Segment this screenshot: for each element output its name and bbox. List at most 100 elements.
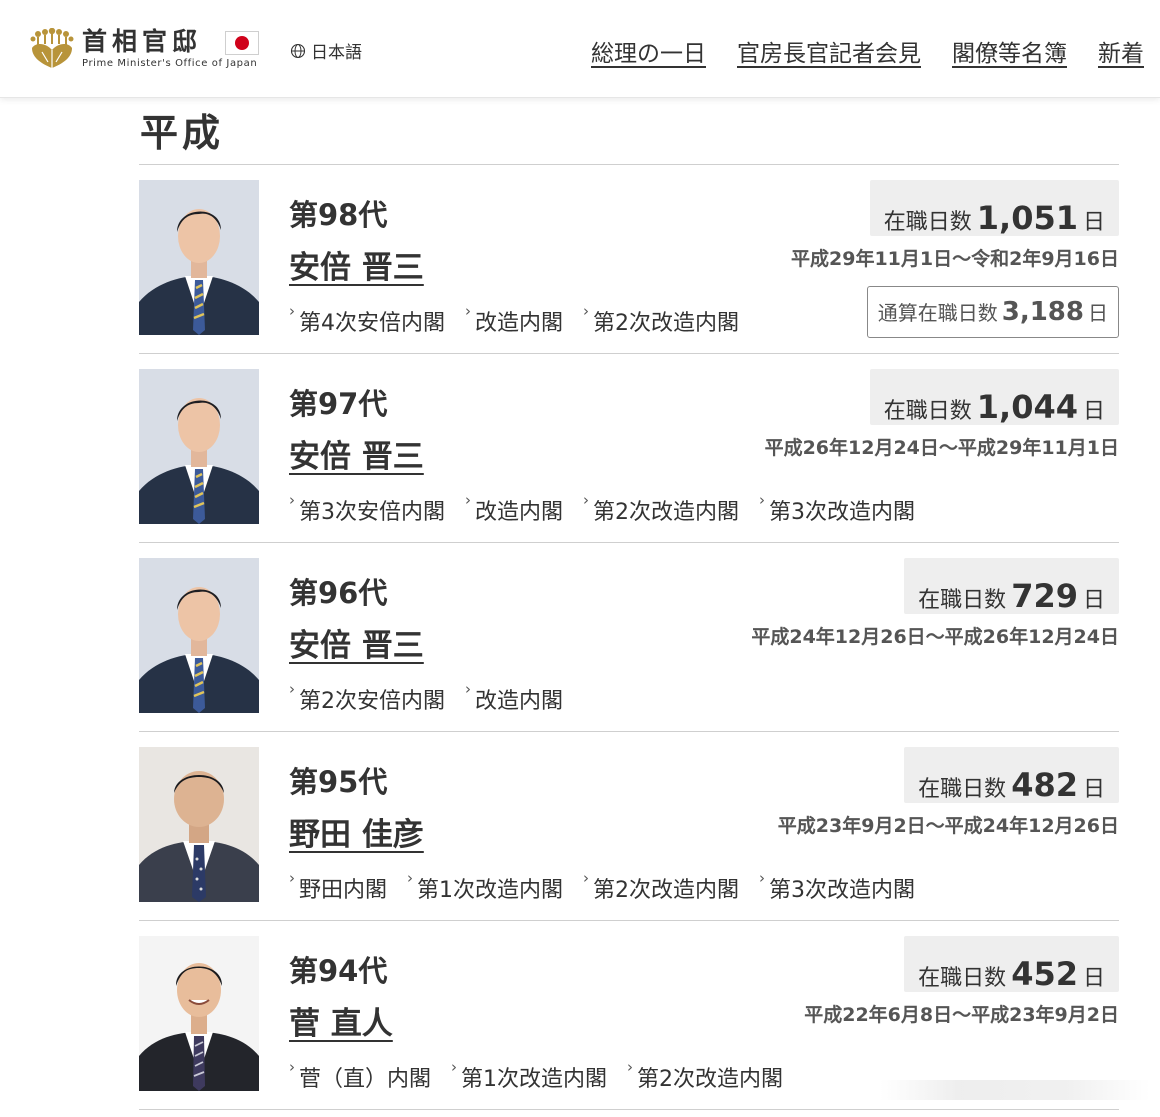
cabinet-label: 菅（直）内閣 bbox=[299, 1067, 432, 1092]
prime-minister-list: 第98代 安倍 晋三 › 第4次安倍内閣 › 改造内閣 › 第2次改造内閣 在職日数 … bbox=[139, 165, 1119, 1110]
japan-flag-icon bbox=[225, 31, 259, 55]
pm-generation: 第96代 bbox=[289, 576, 388, 610]
pm-generation: 第94代 bbox=[289, 954, 388, 988]
pm-generation: 第97代 bbox=[289, 387, 388, 421]
days-label: 在職日数 bbox=[918, 588, 1007, 613]
term-period: 平成23年9月2日〜平成24年12月26日 bbox=[777, 815, 1119, 837]
nav-link-daily-schedule[interactable]: 総理の一日 bbox=[591, 34, 706, 68]
days-unit: 日 bbox=[1082, 210, 1105, 235]
chevron-right-icon: › bbox=[289, 302, 295, 320]
days-unit: 日 bbox=[1082, 399, 1105, 424]
cabinet-link[interactable]: › 第2次改造内閣 bbox=[627, 1058, 784, 1093]
site-logo[interactable]: 首相官邸 Prime Minister's Office of Japan bbox=[28, 26, 264, 72]
days-in-office-badge: 在職日数 452 日 bbox=[904, 936, 1119, 993]
pm-name-link[interactable]: 菅 直人 bbox=[289, 998, 393, 1043]
days-in-office-badge: 在職日数 482 日 bbox=[904, 747, 1119, 804]
pm-name-link[interactable]: 安倍 晋三 bbox=[289, 620, 424, 665]
pm-portrait bbox=[139, 369, 259, 524]
pm-name-link[interactable]: 安倍 晋三 bbox=[289, 242, 424, 287]
cabinet-link[interactable]: › 第4次安倍内閣 bbox=[289, 302, 445, 337]
chevron-right-icon: › bbox=[759, 491, 766, 509]
cabinet-label: 第3次改造内閣 bbox=[769, 500, 916, 525]
pm-portrait bbox=[139, 180, 259, 335]
nav-link-news[interactable]: 新着 bbox=[1098, 34, 1144, 68]
cabinet-label: 改造内閣 bbox=[475, 311, 564, 336]
global-nav: 総理の一日 官房長官記者会見 閣僚等名簿 新着 bbox=[591, 34, 1144, 68]
pm-generation: 第95代 bbox=[289, 765, 388, 799]
cabinet-links: › 第3次安倍内閣 › 改造内閣 › 第2次改造内閣 › 第3次改造内閣 bbox=[289, 491, 916, 526]
chevron-right-icon: › bbox=[289, 1058, 295, 1076]
cabinet-link[interactable]: › 第3次改造内閣 bbox=[759, 869, 916, 904]
cabinet-label: 改造内閣 bbox=[475, 689, 564, 714]
chevron-right-icon: › bbox=[289, 491, 295, 509]
pm-name-link[interactable]: 安倍 晋三 bbox=[289, 431, 424, 476]
logo-subtitle: Prime Minister's Office of Japan bbox=[82, 58, 258, 69]
language-selector[interactable]: 日本語 ⌄ bbox=[290, 38, 362, 63]
paulownia-emblem-icon bbox=[30, 28, 74, 68]
cabinet-label: 第4次安倍内閣 bbox=[299, 311, 445, 336]
cabinet-link[interactable]: › 第2次改造内閣 bbox=[583, 302, 739, 337]
nav-link-press-conference[interactable]: 官房長官記者会見 bbox=[737, 34, 921, 68]
days-unit: 日 bbox=[1082, 966, 1105, 991]
horizontal-scroll-indicator bbox=[880, 1080, 1150, 1100]
days-unit: 日 bbox=[1082, 777, 1105, 802]
cabinet-links: › 第4次安倍内閣 › 改造内閣 › 第2次改造内閣 bbox=[289, 302, 739, 337]
cabinet-link[interactable]: › 第1次改造内閣 bbox=[407, 869, 564, 904]
cabinet-link[interactable]: › 第2次改造内閣 bbox=[583, 869, 740, 904]
cabinet-link[interactable]: › 第3次安倍内閣 bbox=[289, 491, 445, 526]
term-period: 平成24年12月26日〜平成26年12月24日 bbox=[751, 626, 1119, 648]
days-in-office-badge: 在職日数 729 日 bbox=[904, 558, 1119, 615]
cabinet-label: 第1次改造内閣 bbox=[461, 1067, 608, 1092]
total-days-value: 3,188 bbox=[1001, 297, 1084, 327]
pm-portrait bbox=[139, 936, 259, 1091]
total-days-unit: 日 bbox=[1088, 301, 1108, 325]
days-label: 在職日数 bbox=[918, 966, 1007, 991]
pm-name-link[interactable]: 野田 佳彦 bbox=[289, 809, 424, 854]
chevron-down-icon: ⌄ bbox=[352, 43, 363, 58]
pm-entry: 第96代 安倍 晋三 › 第2次安倍内閣 › 改造内閣 在職日数 729 日 平成2… bbox=[139, 543, 1119, 732]
chevron-right-icon: › bbox=[627, 1058, 634, 1076]
days-in-office-badge: 在職日数 1,044 日 bbox=[869, 369, 1119, 426]
cabinet-link[interactable]: › 改造内閣 bbox=[465, 680, 564, 715]
cabinet-link[interactable]: › 菅（直）内閣 bbox=[289, 1058, 432, 1093]
chevron-right-icon: › bbox=[583, 491, 590, 509]
days-label: 在職日数 bbox=[883, 399, 972, 424]
days-value: 482 bbox=[1011, 766, 1078, 804]
cabinet-label: 改造内閣 bbox=[475, 500, 564, 525]
total-days-label: 通算在職日数 bbox=[877, 301, 998, 325]
chevron-right-icon: › bbox=[465, 680, 471, 698]
cabinet-label: 第2次改造内閣 bbox=[593, 878, 740, 903]
cabinet-link[interactable]: › 第3次改造内閣 bbox=[759, 491, 916, 526]
days-value: 729 bbox=[1011, 577, 1078, 615]
days-value: 1,044 bbox=[976, 388, 1078, 426]
chevron-right-icon: › bbox=[289, 869, 295, 887]
cabinet-label: 第2次改造内閣 bbox=[593, 500, 740, 525]
days-label: 在職日数 bbox=[883, 210, 972, 235]
chevron-right-icon: › bbox=[465, 302, 471, 320]
era-title: 平成 bbox=[140, 111, 225, 155]
site-header: 首相官邸 Prime Minister's Office of Japan 日本… bbox=[0, 0, 1160, 98]
days-value: 452 bbox=[1011, 955, 1078, 993]
cabinet-link[interactable]: › 改造内閣 bbox=[465, 302, 564, 337]
pm-entry: 第97代 安倍 晋三 › 第3次安倍内閣 › 改造内閣 › 第2次改造内閣 › 第3次改… bbox=[139, 354, 1119, 543]
nav-link-cabinet-list[interactable]: 閣僚等名簿 bbox=[952, 34, 1067, 68]
chevron-right-icon: › bbox=[759, 869, 766, 887]
cabinet-label: 第2次安倍内閣 bbox=[299, 689, 445, 714]
chevron-right-icon: › bbox=[583, 302, 590, 320]
cabinet-label: 第1次改造内閣 bbox=[417, 878, 564, 903]
chevron-right-icon: › bbox=[583, 869, 590, 887]
cabinet-link[interactable]: › 野田内閣 bbox=[289, 869, 387, 904]
globe-icon bbox=[290, 43, 306, 58]
chevron-right-icon: › bbox=[465, 491, 471, 509]
cabinet-link[interactable]: › 第2次安倍内閣 bbox=[289, 680, 445, 715]
days-label: 在職日数 bbox=[918, 777, 1007, 802]
cabinet-link[interactable]: › 第2次改造内閣 bbox=[583, 491, 740, 526]
days-in-office-badge: 在職日数 1,051 日 bbox=[869, 180, 1119, 237]
pm-entry: 第98代 安倍 晋三 › 第4次安倍内閣 › 改造内閣 › 第2次改造内閣 在職日数 … bbox=[139, 165, 1119, 354]
cabinet-label: 第3次改造内閣 bbox=[769, 878, 916, 903]
cabinet-link[interactable]: › 改造内閣 bbox=[465, 491, 564, 526]
cabinet-links: › 菅（直）内閣 › 第1次改造内閣 › 第2次改造内閣 bbox=[289, 1058, 784, 1093]
days-unit: 日 bbox=[1082, 588, 1105, 613]
cabinet-link[interactable]: › 第1次改造内閣 bbox=[451, 1058, 608, 1093]
cabinet-label: 第2次改造内閣 bbox=[637, 1067, 784, 1092]
